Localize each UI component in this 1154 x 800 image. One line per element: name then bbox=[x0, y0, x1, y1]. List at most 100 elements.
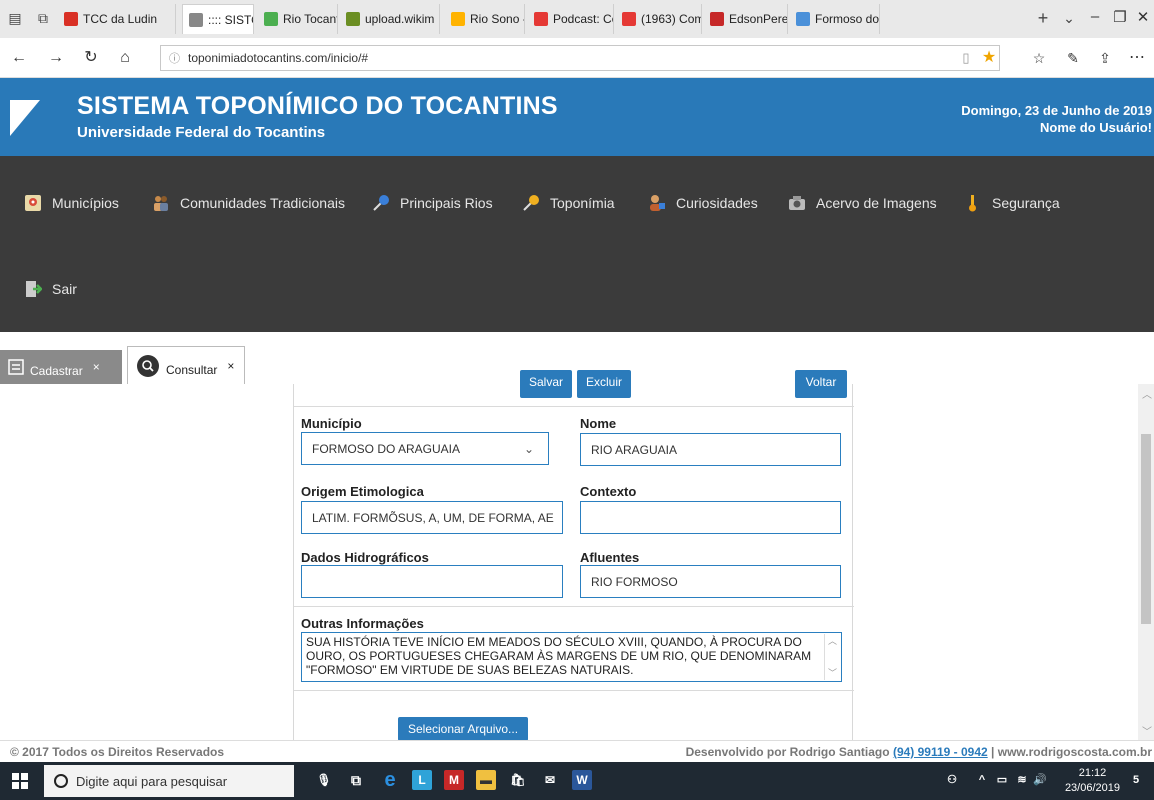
youtube-icon bbox=[534, 12, 548, 26]
browser-tab[interactable]: Formoso do bbox=[790, 4, 880, 34]
taskbar-search[interactable]: Digite aqui para pesquisar bbox=[44, 765, 294, 797]
pushpin-yellow-icon bbox=[523, 195, 539, 211]
tab-cadastrar[interactable]: Cadastrar × bbox=[0, 350, 122, 384]
menu-item-comunidades[interactable]: Comunidades Tradicionais bbox=[152, 194, 345, 212]
contexto-input[interactable] bbox=[580, 501, 841, 534]
afluentes-input[interactable]: RIO FORMOSO bbox=[580, 565, 841, 598]
menu-item-toponimia[interactable]: Toponímia bbox=[522, 194, 615, 212]
reading-view-icon[interactable]: ▯ bbox=[955, 47, 977, 69]
task-view-icon[interactable]: ⧉ bbox=[346, 770, 366, 790]
volume-icon[interactable]: 🔊 bbox=[1030, 770, 1050, 790]
origem-input[interactable]: LATIM. FORMÕSUS, A, UM, DE FORMA, AE bbox=[301, 501, 563, 534]
developer-credits: Desenvolvido por Rodrigo Santiago (94) 9… bbox=[685, 745, 1152, 759]
tray-expand-icon[interactable]: ^ bbox=[972, 770, 992, 790]
store-icon[interactable]: 🛍 bbox=[508, 770, 528, 790]
close-tab-icon[interactable]: × bbox=[93, 360, 100, 374]
windows-taskbar: Digite aqui para pesquisar 🎙 ⧉ e L M ▬ 🛍… bbox=[0, 762, 1154, 800]
phone-link[interactable]: (94) 99119 - 0942 bbox=[893, 745, 988, 759]
windows-start-icon[interactable] bbox=[12, 773, 28, 789]
edge-icon[interactable]: e bbox=[380, 770, 400, 790]
browser-tab[interactable]: :::: SISTOI✕ bbox=[182, 4, 254, 34]
people-icon bbox=[154, 196, 168, 211]
taskbar-clock[interactable]: 21:12 23/06/2019 bbox=[1065, 766, 1120, 796]
textarea-scrollbar[interactable]: ︿ ﹀ bbox=[824, 634, 840, 680]
select-file-button[interactable]: Selecionar Arquivo... bbox=[398, 717, 528, 741]
favorites-hub-icon[interactable]: ☆ bbox=[1028, 47, 1050, 69]
divider bbox=[294, 406, 854, 407]
microphone-icon[interactable]: 🎙 bbox=[314, 770, 334, 790]
chevron-down-icon: ⌄ bbox=[523, 441, 534, 456]
browser-tab-label: :::: SISTOI bbox=[208, 12, 253, 27]
browser-tab[interactable]: Rio Sono - T( bbox=[445, 4, 525, 34]
battery-icon[interactable]: ▭ bbox=[992, 770, 1012, 790]
browser-tab[interactable]: TCC da Ludin bbox=[58, 4, 176, 34]
tab-preview-icon[interactable]: ⧉ bbox=[34, 9, 52, 27]
browser-navbar: ← → ↻ ⌂ ⓘ toponimiadotocantins.com/inici… bbox=[0, 38, 1154, 78]
wifi-icon[interactable]: ≋ bbox=[1012, 770, 1032, 790]
form-icon bbox=[8, 359, 24, 375]
delete-button[interactable]: Excluir bbox=[577, 370, 631, 398]
people-tray-icon[interactable]: ⚇ bbox=[942, 770, 962, 790]
app-l-icon[interactable]: L bbox=[412, 770, 432, 790]
star-icon bbox=[451, 12, 465, 26]
dados-input[interactable] bbox=[301, 565, 563, 598]
close-tab-icon[interactable]: × bbox=[227, 359, 234, 373]
tab-list-chevron-icon[interactable]: ⌄ bbox=[1060, 9, 1078, 27]
scroll-thumb[interactable] bbox=[1141, 434, 1151, 624]
tab-consultar[interactable]: Consultar × bbox=[127, 346, 245, 384]
menu-item-curiosidades[interactable]: Curiosidades bbox=[648, 194, 758, 212]
browser-tab[interactable]: (1963) Como bbox=[616, 4, 702, 34]
menu-item-rios[interactable]: Principais Rios bbox=[372, 194, 493, 212]
browser-tab[interactable]: Podcast: Con bbox=[528, 4, 614, 34]
menu-item-municipios[interactable]: Municípios bbox=[24, 194, 119, 212]
browser-tab[interactable]: upload.wikim bbox=[340, 4, 440, 34]
menu-item-sair[interactable]: Sair bbox=[24, 280, 77, 298]
menu-item-acervo[interactable]: Acervo de Imagens bbox=[788, 194, 937, 212]
back-icon[interactable]: ← bbox=[8, 47, 30, 69]
menu-item-seguranca[interactable]: Segurança bbox=[964, 194, 1060, 212]
site-title: SISTEMA TOPONÍMICO DO TOCANTINS bbox=[77, 92, 558, 120]
close-window-button[interactable]: ✕ bbox=[1128, 8, 1154, 26]
exit-icon bbox=[26, 281, 42, 297]
outras-textarea[interactable]: SUA HISTÓRIA TEVE INÍCIO EM MEADOS DO SÉ… bbox=[301, 632, 842, 682]
notifications-icon[interactable]: 5 bbox=[1126, 770, 1146, 790]
gmail-icon bbox=[64, 12, 78, 26]
pdf-icon bbox=[710, 12, 724, 26]
address-bar[interactable]: ⓘ toponimiadotocantins.com/inicio/# bbox=[160, 45, 1000, 71]
back-button[interactable]: Voltar bbox=[795, 370, 847, 398]
tab-actions-icon[interactable]: ▤ bbox=[6, 9, 24, 27]
mcafee-icon[interactable]: M bbox=[444, 770, 464, 790]
consult-form: Salvar Excluir Voltar Município FORMOSO … bbox=[293, 370, 854, 741]
browser-tab-label: upload.wikim bbox=[365, 12, 435, 26]
more-icon[interactable]: ⋯ bbox=[1126, 47, 1148, 69]
page-scrollbar[interactable]: ︿ ﹀ bbox=[1138, 384, 1154, 740]
favorite-star-icon[interactable]: ★ bbox=[978, 47, 1000, 69]
new-tab-icon[interactable]: + bbox=[1034, 9, 1052, 27]
word-icon[interactable]: W bbox=[572, 770, 592, 790]
browser-tab-label: (1963) Como bbox=[641, 12, 701, 26]
refresh-icon[interactable]: ↻ bbox=[80, 47, 102, 69]
file-explorer-icon[interactable]: ▬ bbox=[476, 770, 496, 790]
pen-icon[interactable]: ✎ bbox=[1062, 47, 1084, 69]
browser-tab-strip: ▤ ⧉ TCC da Ludin:::: SISTOI✕Rio Tocantin… bbox=[0, 0, 1154, 38]
scroll-up-icon[interactable]: ︿ bbox=[1142, 386, 1152, 401]
scroll-down-icon[interactable]: ﹀ bbox=[1142, 723, 1152, 738]
browser-tab-label: Rio Sono - T( bbox=[470, 12, 524, 26]
divider bbox=[294, 690, 854, 691]
share-icon[interactable]: ⇪ bbox=[1094, 47, 1116, 69]
mail-icon[interactable]: ✉ bbox=[540, 770, 560, 790]
home-icon[interactable]: ⌂ bbox=[114, 47, 136, 69]
info-icon: ⓘ bbox=[169, 53, 180, 65]
photo-icon bbox=[796, 12, 810, 26]
forward-icon[interactable]: → bbox=[45, 47, 67, 69]
municipio-select[interactable]: FORMOSO DO ARAGUAIA ⌄ bbox=[301, 432, 549, 465]
scroll-down-icon[interactable]: ﹀ bbox=[828, 666, 837, 680]
save-button[interactable]: Salvar bbox=[520, 370, 572, 398]
main-menu: Municípios Comunidades Tradicionais Prin… bbox=[0, 156, 1154, 332]
scroll-up-icon[interactable]: ︿ bbox=[828, 634, 837, 648]
browser-tab[interactable]: EdsonPereira bbox=[704, 4, 788, 34]
site-subtitle: Universidade Federal do Tocantins bbox=[77, 124, 326, 141]
browser-tab[interactable]: Rio Tocantins bbox=[258, 4, 338, 34]
nome-input[interactable]: RIO ARAGUAIA bbox=[580, 433, 841, 466]
header-user: Nome do Usuário! bbox=[1040, 120, 1152, 135]
